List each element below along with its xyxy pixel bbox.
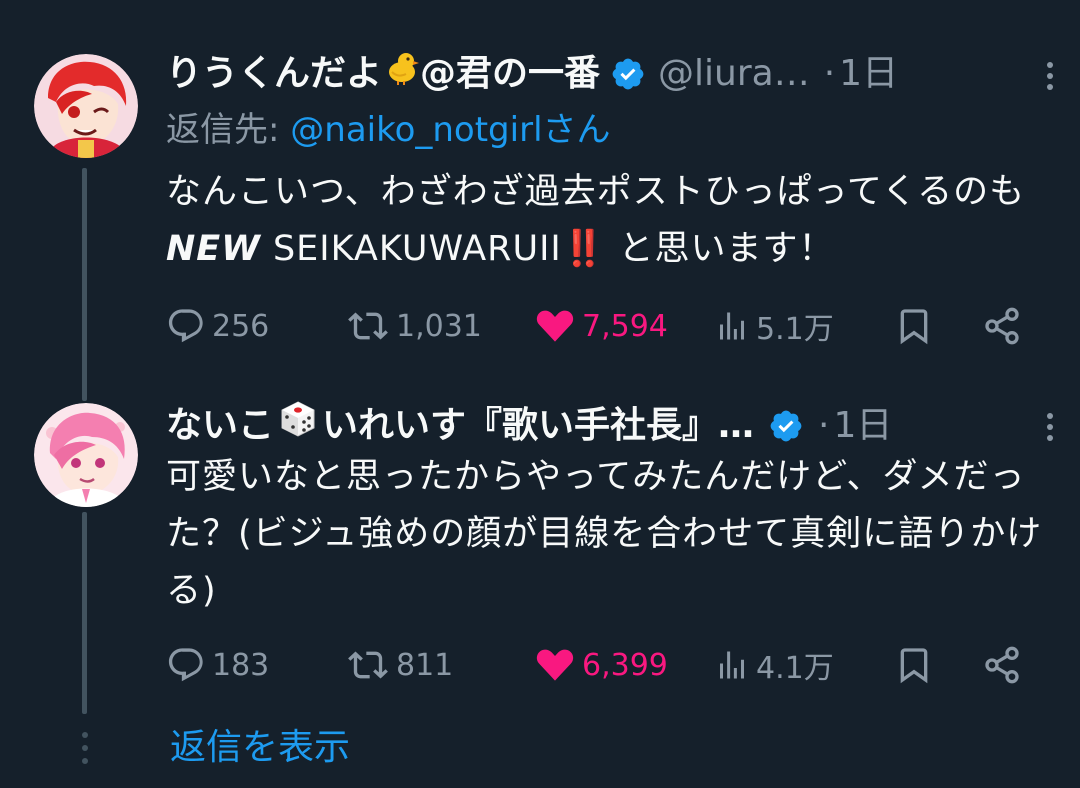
dice-emoji <box>278 399 318 452</box>
tweet-text-part2: SEIKAKUWARUII <box>260 229 562 269</box>
reply-icon <box>168 309 203 343</box>
action-bar: 256 1,031 7,594 5.1万 <box>166 302 1036 350</box>
verified-badge-icon <box>612 58 644 89</box>
like-button[interactable]: 7,594 <box>534 302 668 350</box>
verified-badge-icon <box>770 410 802 441</box>
views-chart-icon <box>720 651 744 679</box>
reply-mention-link[interactable]: @naiko_notgirl <box>290 110 542 150</box>
tweet-2[interactable]: ないこ いれいす『歌い手社長』… · 1日 可愛いなと思ったからやってみたんだけ… <box>0 391 1080 725</box>
tweet-text-bold: NEW <box>166 229 261 269</box>
display-name[interactable]: ないこ いれいす『歌い手社長』… <box>166 399 754 452</box>
heart-icon <box>536 649 574 681</box>
show-replies-link[interactable]: 返信を表示 <box>170 724 350 772</box>
double-exclamation-emoji: ‼️ <box>561 229 607 269</box>
thread-line-bottom <box>82 512 87 714</box>
reply-icon <box>168 648 203 682</box>
thread-line <box>82 168 87 398</box>
repost-count: 811 <box>396 647 454 683</box>
tweet-text-part1: なんこいつ、わざわざ過去ポストひっぱってくるのも <box>166 172 1026 212</box>
display-name-text: りうくんだよ <box>166 52 383 94</box>
separator-dot: · <box>823 52 836 94</box>
views-button[interactable]: 5.1万 <box>714 302 834 350</box>
handle[interactable]: @liura… <box>658 50 810 98</box>
more-options-icon[interactable] <box>1032 58 1068 94</box>
views-chart-icon <box>720 312 744 340</box>
tweet-1[interactable]: りうくんだよ @君の一番 @liura… · 1日 返信先: @naiko_no… <box>0 0 1080 398</box>
reply-count: 183 <box>212 647 270 683</box>
share-icon[interactable] <box>982 645 1022 685</box>
reply-mention-suffix: さん <box>542 110 611 150</box>
timestamp[interactable]: 1日 <box>839 50 898 98</box>
like-button[interactable]: 6,399 <box>534 641 668 689</box>
chick-emoji <box>382 48 420 99</box>
avatar-naiko[interactable] <box>34 403 138 507</box>
view-count: 5.1万 <box>756 312 834 347</box>
repost-count: 1,031 <box>396 308 482 344</box>
bookmark-icon[interactable] <box>894 306 934 346</box>
tweet-header: りうくんだよ @君の一番 @liura… · 1日 <box>166 48 1044 99</box>
reply-button[interactable]: 256 <box>166 302 269 350</box>
reply-context: 返信先: @naiko_notgirlさん <box>166 108 611 152</box>
tweet-header: ないこ いれいす『歌い手社長』… · 1日 <box>166 399 1044 452</box>
views-button[interactable]: 4.1万 <box>714 641 834 689</box>
repost-icon <box>348 312 388 340</box>
repost-button[interactable]: 811 <box>346 641 453 689</box>
like-count: 6,399 <box>582 647 668 683</box>
display-name[interactable]: りうくんだよ @君の一番 <box>166 48 600 99</box>
tweet-text-part3: と思います！ <box>606 229 835 269</box>
reply-count: 256 <box>212 308 270 344</box>
view-count: 4.1万 <box>756 651 834 686</box>
separator-dot: · <box>818 404 830 446</box>
thread-line-top <box>82 391 87 401</box>
avatar-riukun[interactable] <box>34 54 138 158</box>
more-options-icon[interactable] <box>1032 409 1068 445</box>
reply-prefix: 返信先: <box>166 110 291 150</box>
display-name-text: ないこ <box>166 404 275 446</box>
display-name-suffix: いれいす『歌い手社長』… <box>322 404 755 446</box>
action-bar: 183 811 6,399 4.1万 <box>166 641 1036 689</box>
repost-icon <box>348 651 388 679</box>
share-icon[interactable] <box>982 306 1022 346</box>
thread-dots-icon <box>82 732 88 764</box>
display-name-suffix: @君の一番 <box>420 52 601 94</box>
heart-icon <box>536 310 574 342</box>
tweet-text: 可愛いなと思ったからやってみたんだけど、ダメだった？(ビジュ強めの顔が目線を合わ… <box>166 457 1043 611</box>
timestamp[interactable]: 1日 <box>833 402 892 450</box>
tweet-text: なんこいつ、わざわざ過去ポストひっぱってくるのも NEW SEIKAKUWARUI… <box>166 164 1046 278</box>
repost-button[interactable]: 1,031 <box>346 302 482 350</box>
reply-button[interactable]: 183 <box>166 641 269 689</box>
like-count: 7,594 <box>582 308 668 344</box>
bookmark-icon[interactable] <box>894 645 934 685</box>
